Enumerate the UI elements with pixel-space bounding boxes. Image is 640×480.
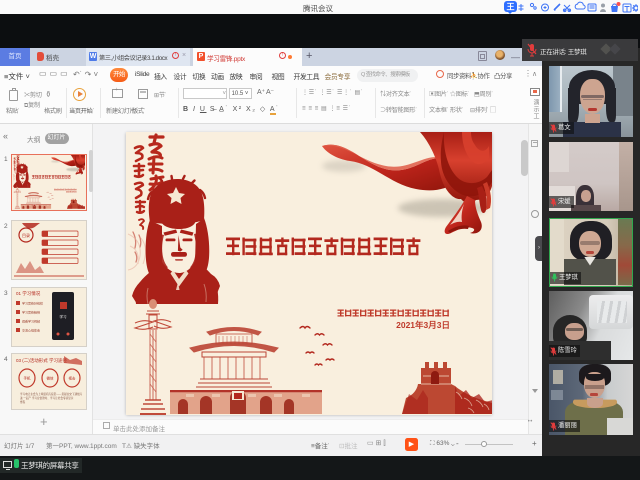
svg-text:交流心得体会: 交流心得体会	[22, 328, 40, 333]
svg-text:视击: 视击	[69, 376, 76, 381]
svg-text:2021年3月3日: 2021年3月3日	[396, 320, 450, 330]
svg-text:观看学习视频: 观看学习视频	[22, 319, 40, 324]
svg-text:学习雷锋好榜样: 学习雷锋好榜样	[22, 301, 43, 306]
svg-text:01 学习情况: 01 学习情况	[16, 290, 41, 297]
svg-text:手机: 手机	[24, 376, 31, 381]
svg-text:03 (二)活动形式 学习途径: 03 (二)活动形式 学习途径	[16, 357, 68, 364]
svg-text:学习: 学习	[60, 314, 67, 319]
svg-text:进 一起产 学习业雷锋时、学习让社会专项显示: 进 一起产 学习业雷锋时、学习让社会专项显示	[20, 396, 74, 400]
svg-text:王: 王	[507, 3, 515, 12]
svg-text:学习雷锋精神: 学习雷锋精神	[22, 310, 40, 315]
svg-text:微信: 微信	[47, 376, 54, 381]
svg-text:章程: 章程	[20, 400, 26, 404]
svg-text:目录: 目录	[22, 232, 30, 238]
svg-text:学习电让主会为上率组机与投影——贯献业交下通线习: 学习电让主会为上率组机与投影——贯献业交下通线习	[20, 392, 83, 396]
